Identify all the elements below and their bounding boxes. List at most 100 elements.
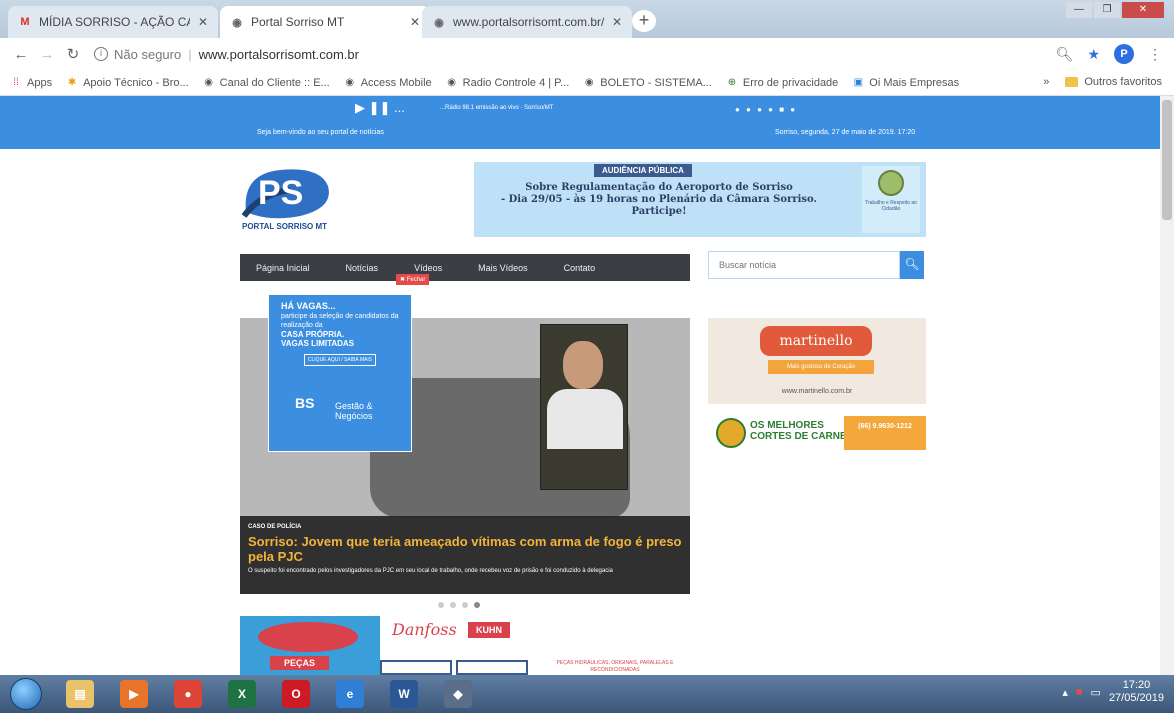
meat-ad[interactable]: OS MELHORES CORTES DE CARNES (66) 9.9630… — [708, 414, 926, 452]
popup-bold-2: VAGAS LIMITADAS — [281, 339, 355, 348]
bookmark-radio-controle[interactable]: ◉ Radio Controle 4 | P... — [446, 77, 569, 89]
audiencia-publica-banner[interactable]: AUDIÊNCIA PÚBLICA Sobre Regulamentação d… — [474, 162, 926, 237]
svg-text:PS: PS — [258, 174, 303, 212]
slider-dot[interactable] — [450, 602, 456, 608]
file-explorer-icon[interactable]: ▤ — [66, 680, 94, 708]
bookmark-star-icon[interactable]: ★ — [1087, 46, 1100, 63]
other-bookmarks[interactable]: Outros favoritos — [1084, 76, 1162, 88]
opera-icon[interactable]: O — [282, 680, 310, 708]
zoom-icon[interactable]: 🔍︎ — [1056, 46, 1074, 63]
popup-cta-button[interactable]: CLIQUE AQUI / SAIBA MAIS — [304, 354, 376, 366]
bookmark-canal[interactable]: ◉ Canal do Cliente :: E... — [203, 76, 330, 89]
excel-icon[interactable]: X — [228, 680, 256, 708]
site-logo[interactable]: PS PORTAL SORRISO MT — [240, 164, 335, 236]
slider-dot-active[interactable] — [474, 602, 480, 608]
gmail-icon: M — [20, 16, 30, 28]
slide-caption[interactable]: CASO DE POLÍCIA Sorriso: Jovem que teria… — [240, 516, 690, 594]
tab-label: MÍDIA SORRISO - AÇÃO CARRE — [39, 15, 190, 29]
omnibox[interactable]: i Não seguro | www.portalsorrisomt.com.b… — [94, 47, 359, 62]
camara-seal: Trabalho e Respeito ao Cidadão — [862, 166, 920, 233]
martinello-ad[interactable]: martinello Mais gostoso de Coração www.m… — [708, 318, 926, 404]
back-button[interactable]: ← — [8, 46, 34, 63]
popup-brand-name: Gestão & Negócios — [335, 401, 373, 421]
maximize-button[interactable]: ❐ — [1094, 2, 1120, 18]
chrome-icon[interactable]: ● — [174, 680, 202, 708]
bookmark-boleto[interactable]: ◉ BOLETO - SISTEMA... — [583, 77, 712, 89]
scrollbar-thumb[interactable] — [1162, 100, 1172, 220]
slider-dots — [438, 602, 480, 608]
pecas-ad-logo: PEÇAS — [240, 616, 380, 675]
tray-expand-icon[interactable]: ▴ — [1062, 686, 1068, 699]
bookmark-label: Oi Mais Empresas — [869, 76, 960, 89]
ie-icon[interactable]: e — [336, 680, 364, 708]
pecas-ad[interactable]: PEÇAS Danfoss KUHN PEÇAS HIDRÁULICAS, OR… — [240, 616, 690, 675]
search-button[interactable]: 🔍︎ — [900, 251, 924, 279]
search-icon: 🔍︎ — [904, 257, 920, 271]
app-icon[interactable]: ◆ — [444, 680, 472, 708]
close-icon[interactable]: ✕ — [198, 15, 208, 29]
bookmark-label: Canal do Cliente :: E... — [219, 76, 330, 89]
slide-summary: O suspeito foi encontrado pelos investig… — [248, 568, 613, 574]
profile-avatar[interactable]: P — [1114, 44, 1134, 64]
social-icons[interactable]: ● ● ● ● ■ ● — [735, 105, 797, 114]
ps-logo-icon: PS — [241, 169, 329, 219]
radio-player-controls[interactable]: ▶ ❚❚ ... — [355, 100, 405, 116]
martinello-slogan: Mais gostoso de Coração — [768, 360, 874, 374]
close-window-button[interactable]: ✕ — [1122, 2, 1164, 18]
security-label: Não seguro — [114, 46, 182, 62]
network-icon[interactable]: ▭ — [1091, 686, 1101, 699]
slide-headline[interactable]: Sorriso: Jovem que teria ameaçado vítima… — [248, 534, 682, 564]
search-input[interactable] — [709, 252, 899, 278]
word-icon[interactable]: W — [390, 680, 418, 708]
reload-button[interactable]: ↻ — [60, 45, 86, 63]
menu-item-videos[interactable]: Vídeos — [414, 263, 442, 273]
tab-portal-ad[interactable]: ◉ www.portalsorrisomt.com.br/ad ✕ — [422, 6, 632, 38]
taskbar-clock[interactable]: 17:20 27/05/2019 — [1109, 679, 1164, 705]
menu-item-pagina-inicial[interactable]: Página Inicial — [256, 263, 310, 273]
bookmark-apps[interactable]: ⁞⁞ Apps — [10, 77, 52, 89]
bookmark-access-mobile[interactable]: ◉ Access Mobile — [344, 77, 431, 89]
bookmarks-overflow-button[interactable]: » — [1043, 76, 1049, 88]
forward-button[interactable]: → — [34, 46, 60, 63]
popup-body: participe da seleção de candidatos da re… — [281, 313, 399, 329]
popup-bold-1: CASA PRÓPRIA. — [281, 330, 345, 339]
new-tab-button[interactable]: + — [632, 10, 656, 32]
bookmark-oi-mais[interactable]: ▣ Oi Mais Empresas — [852, 76, 960, 89]
popup-brand-logo: BS — [295, 395, 315, 411]
clock-date: 27/05/2019 — [1108, 692, 1164, 704]
close-popup-button[interactable]: ✖ Fechar — [396, 274, 430, 285]
bookmark-apoio[interactable]: ✱ Apoio Técnico - Bro... — [66, 77, 189, 89]
main-menu: Página Inicial Notícias Vídeos Mais Víde… — [240, 254, 690, 281]
slider-dot[interactable] — [438, 602, 444, 608]
menu-item-noticias[interactable]: Notícias — [346, 263, 379, 273]
globe-icon: ◉ — [447, 77, 456, 88]
pecas-ad-magnet-icon — [258, 622, 358, 652]
menu-item-contato[interactable]: Contato — [564, 263, 596, 273]
danfoss-logo: Danfoss — [392, 620, 457, 639]
vagas-popup-ad[interactable]: HÁ VAGAS... participe da seleção de cand… — [268, 294, 412, 452]
url-text[interactable]: www.portalsorrisomt.com.br — [199, 47, 359, 62]
tab-portal-sorriso[interactable]: ◉ Portal Sorriso MT ✕ — [220, 6, 430, 38]
media-player-icon[interactable]: ▶ — [120, 680, 148, 708]
warning-icon: ⊕ — [727, 77, 737, 88]
tray-app-icon[interactable]: ■ — [1076, 686, 1083, 698]
menu-icon[interactable]: ⋮ — [1148, 46, 1162, 63]
bookmark-erro-privacidade[interactable]: ⊕ Erro de privacidade — [726, 77, 839, 89]
minimize-button[interactable]: — — [1066, 2, 1092, 18]
tab-label: www.portalsorrisomt.com.br/ad — [453, 15, 604, 29]
meat-ad-phone: (66) 9.9630-1212 — [844, 416, 926, 450]
meat-ad-title-1: OS MELHORES — [750, 420, 824, 431]
slide-category: CASO DE POLÍCIA — [248, 524, 302, 530]
menu-item-mais-videos[interactable]: Mais Vídeos — [478, 263, 528, 273]
close-icon[interactable]: ✕ — [410, 15, 420, 29]
quality-seal-icon — [716, 418, 746, 448]
info-icon[interactable]: i — [94, 47, 108, 61]
close-icon[interactable]: ✕ — [612, 15, 622, 29]
slider-dot[interactable] — [462, 602, 468, 608]
logo-text: PORTAL SORRISO MT — [242, 222, 328, 231]
system-tray: ▴ ■ ▭ 17:20 27/05/2019 — [1062, 679, 1164, 705]
tab-midia-sorriso[interactable]: M MÍDIA SORRISO - AÇÃO CARRE ✕ — [8, 6, 218, 38]
start-button[interactable] — [10, 678, 42, 710]
popup-brand: BS Gestão & Negócios — [291, 391, 391, 433]
bookmarks-right: » Outros favoritos — [1043, 76, 1162, 88]
